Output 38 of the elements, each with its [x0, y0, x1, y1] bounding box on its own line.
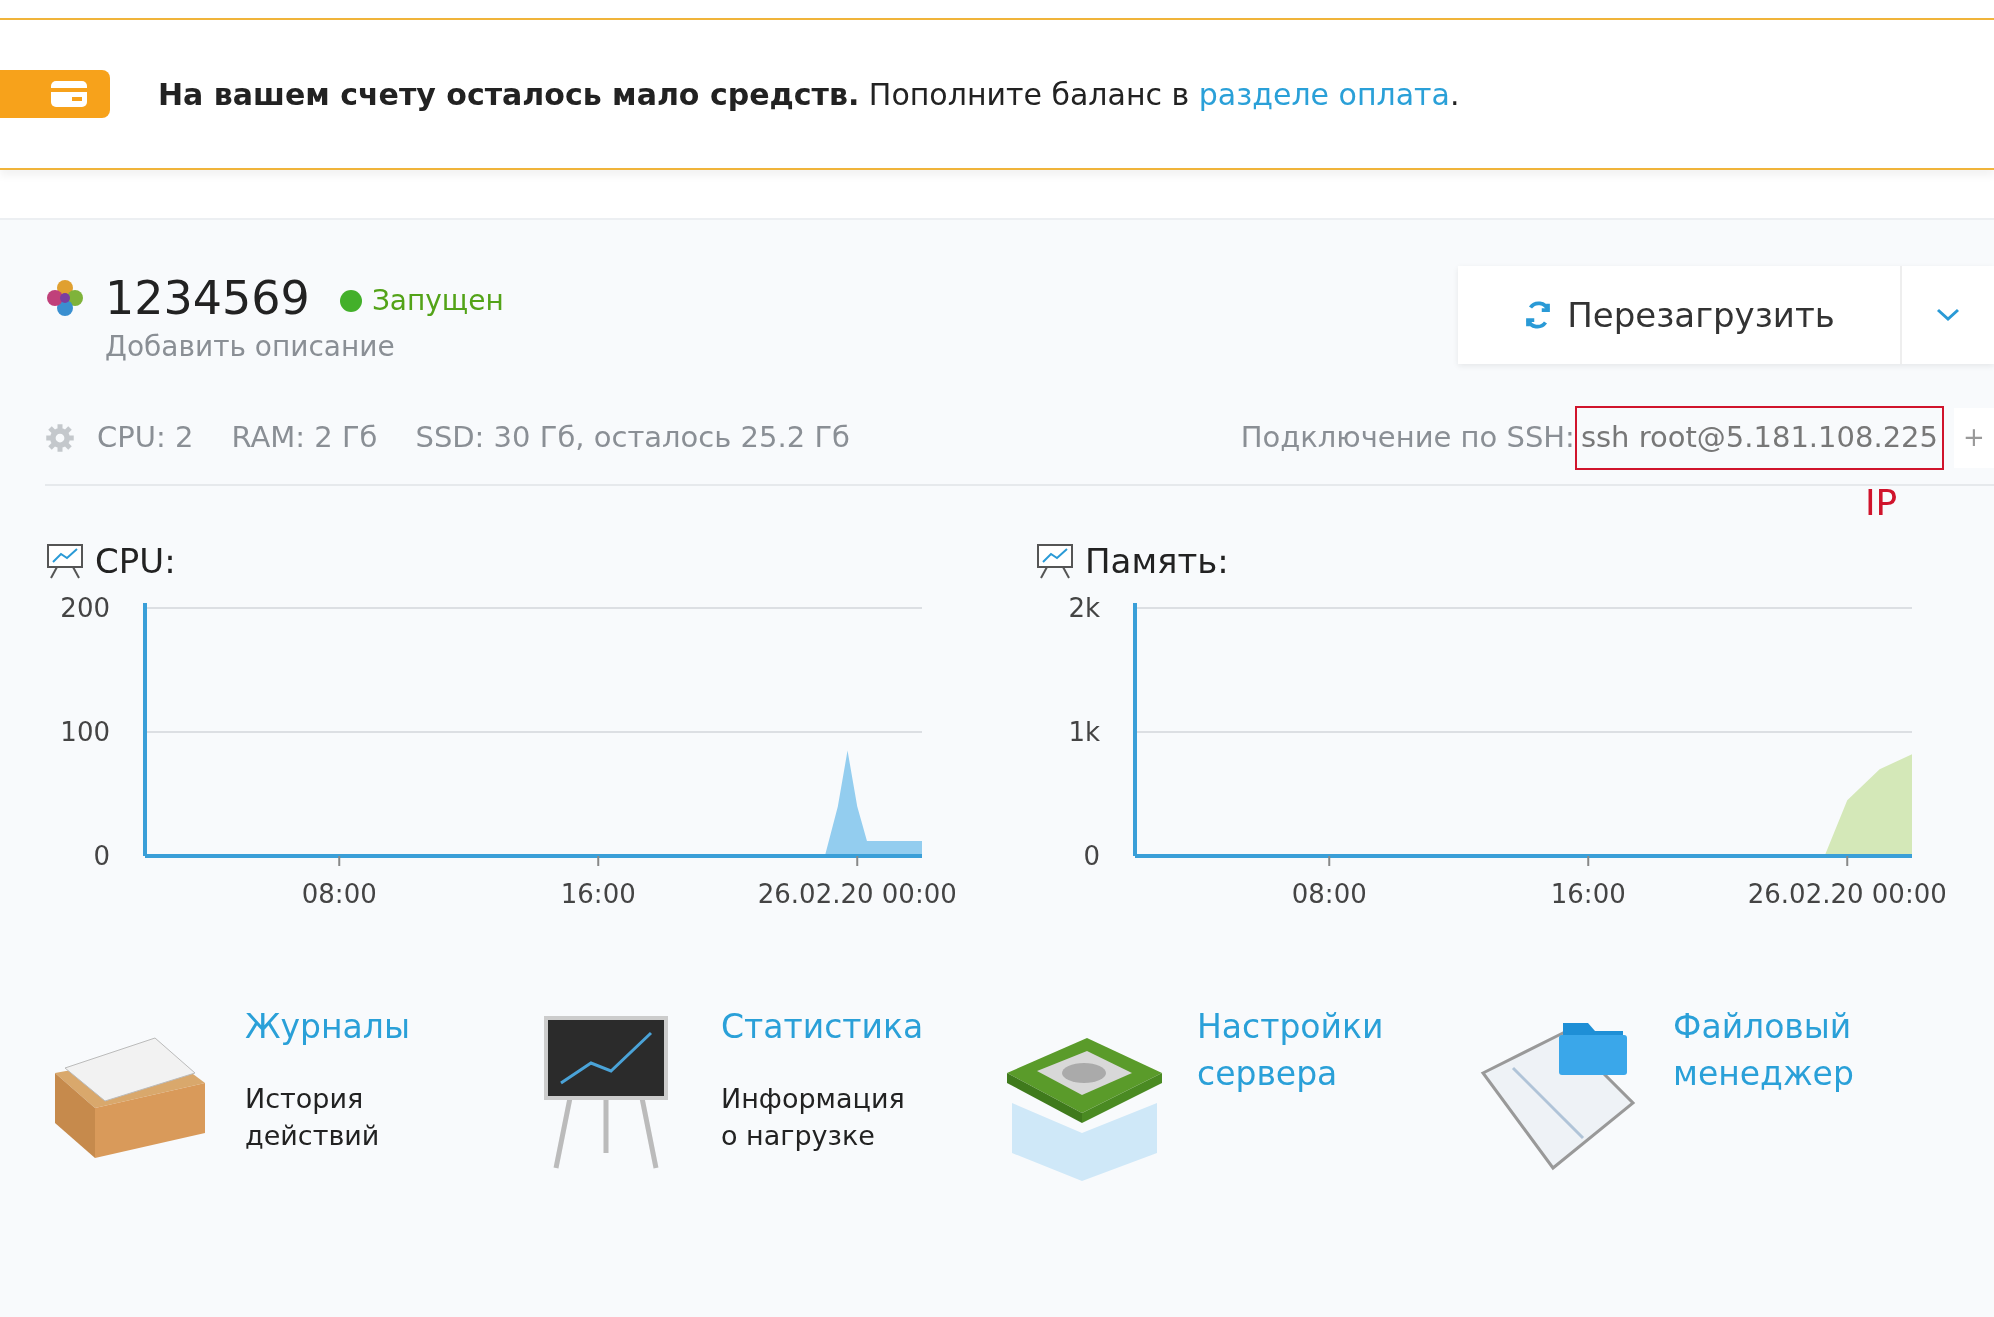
axis-tick-label: 2k: [1068, 592, 1100, 623]
low-balance-message: На вашем счету осталось мало средств. Пополните баланс в разделе оплата.: [158, 75, 1460, 114]
axis-tick-label: 26.02.20 00:00: [757, 878, 955, 909]
axis-tick-label: 08:00: [1291, 878, 1367, 909]
chart-title: CPU:: [95, 539, 176, 583]
restart-button[interactable]: Перезагрузить: [1458, 266, 1900, 364]
axis-tick-label: 200: [60, 592, 110, 623]
axis-tick-label: 16:00: [1550, 878, 1626, 909]
add-button[interactable]: +: [1954, 407, 1994, 468]
tile-title-link[interactable]: Файловый менеджер: [1673, 1002, 1893, 1097]
gear-icon: [45, 422, 75, 453]
chart-presentation-icon: [1035, 542, 1075, 580]
server-id: 1234569: [105, 270, 310, 326]
axis-tick-label: 1k: [1068, 716, 1100, 747]
axis-tick-label: 26.02.20 00:00: [1747, 878, 1945, 909]
axis-tick-label: 0: [1083, 840, 1100, 871]
axis-tick-label: 0: [93, 840, 110, 871]
flower-logo-icon: [45, 278, 85, 318]
chart-presentation-icon: [45, 542, 85, 580]
tile-title-link[interactable]: Настройки сервера: [1197, 1002, 1417, 1097]
payment-link[interactable]: разделе оплата: [1198, 76, 1450, 112]
tile-title-link[interactable]: Журналы: [245, 1002, 465, 1050]
ssh-label: Подключение по SSH:: [1240, 419, 1575, 456]
axis-tick-label: 16:00: [560, 878, 636, 909]
axis-tick-label: 100: [60, 716, 110, 747]
chevron-down-icon: [1936, 308, 1960, 322]
tile-description: Информация о нагрузке: [721, 1081, 906, 1153]
status-label: Запущен: [371, 283, 504, 319]
ip-annotation: IP: [1864, 481, 1898, 525]
tile-title-link[interactable]: Статистика: [721, 1002, 941, 1050]
ssh-command: ssh root@5.181.108.225: [1574, 406, 1944, 470]
chart-title: Память:: [1085, 539, 1229, 583]
axis-tick-label: 08:00: [301, 878, 377, 909]
spec-label: SSD: 30 Гб, осталось 25.2 Гб: [415, 419, 850, 456]
spec-label: RAM: 2 Гб: [231, 419, 378, 456]
tile-description: История действий: [245, 1081, 381, 1153]
add-description-link[interactable]: Добавить описание: [105, 330, 395, 363]
spec-label: CPU: 2: [97, 419, 194, 456]
